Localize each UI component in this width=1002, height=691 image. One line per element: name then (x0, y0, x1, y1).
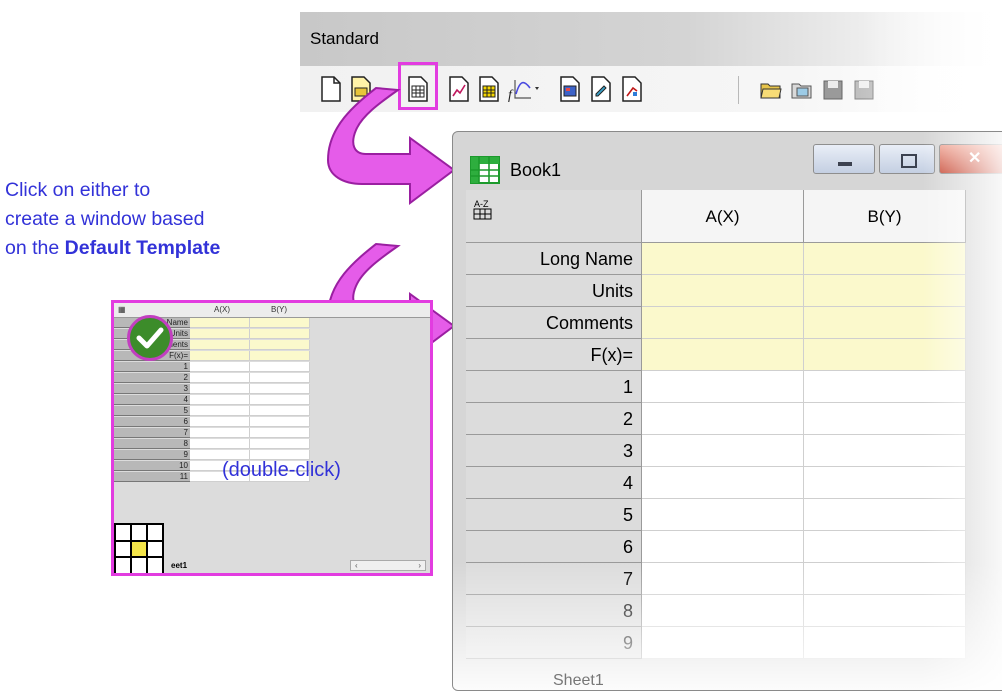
thumbnail-cell (250, 428, 310, 438)
checkmark-icon (127, 315, 173, 361)
open-template-icon[interactable] (791, 76, 813, 102)
thumbnail-col-a: A(X) (214, 305, 230, 314)
thumbnail-sheet-tab: eet1 (171, 561, 188, 570)
thumbnail-row-label: 11 (114, 472, 190, 482)
thumbnail-row-label: 4 (114, 395, 190, 405)
thumbnail-cell (190, 373, 250, 383)
cell-col-a[interactable] (642, 531, 804, 563)
cell-col-a[interactable] (642, 403, 804, 435)
thumbnail-cell (250, 340, 310, 350)
minimize-icon (838, 162, 852, 166)
toolbar-title: Standard (310, 29, 379, 48)
thumbnail-cell (250, 362, 310, 372)
minimize-button[interactable] (813, 144, 875, 174)
new-function-icon[interactable]: f (507, 76, 541, 102)
new-excel-icon[interactable] (621, 76, 643, 102)
cell-col-a[interactable] (642, 371, 804, 403)
thumbnail-cell (190, 406, 250, 416)
thumbnail-column-header: ▦ A(X) B(Y) (114, 303, 430, 318)
thumbnail-cell (250, 373, 310, 383)
row-header[interactable]: 1 (466, 371, 642, 403)
thumbnail-row-label: 7 (114, 428, 190, 438)
instruction-caption: Click on either to create a window based… (5, 176, 345, 263)
thumbnail-cell (190, 384, 250, 394)
thumbnail-cell (190, 428, 250, 438)
maximize-icon (901, 154, 917, 168)
thumbnail-row-label: 6 (114, 417, 190, 427)
open-icon[interactable] (760, 76, 782, 102)
cell-col-a[interactable] (642, 307, 804, 339)
cell-col-a[interactable] (642, 435, 804, 467)
thumbnail-row-label: 2 (114, 373, 190, 383)
thumbnail-col-b: B(Y) (271, 305, 287, 314)
default-template-label: Default Template (64, 237, 221, 259)
thumbnail-cell (190, 318, 250, 328)
cell-col-a[interactable] (642, 499, 804, 531)
column-header-a[interactable]: A(X) (642, 190, 804, 243)
thumbnail-cell (250, 329, 310, 339)
workbook-icon (470, 156, 500, 184)
thumbnail-cell (250, 318, 310, 328)
thumbnail-cell (250, 417, 310, 427)
thumbnail-scrollbar: ‹ › (350, 560, 426, 571)
double-click-hint: (double-click) (222, 459, 341, 481)
thumbnail-cell (250, 406, 310, 416)
scroll-left-icon: ‹ (355, 561, 358, 570)
thumbnail-row-label: 9 (114, 450, 190, 460)
label-row-header[interactable]: Long Name (466, 243, 642, 275)
row-header[interactable]: 2 (466, 403, 642, 435)
window-title: Book1 (510, 160, 562, 180)
thumbnail-cell (190, 329, 250, 339)
thumbnail-cell (190, 439, 250, 449)
scroll-right-icon: › (418, 561, 421, 570)
save-project-icon[interactable] (822, 76, 844, 102)
thumbnail-cell (190, 351, 250, 361)
row-header[interactable]: 6 (466, 531, 642, 563)
toolbar-fade (860, 12, 1002, 112)
caption-line-3-prefix: on the (5, 237, 65, 259)
window-fade-bottom (453, 562, 1002, 690)
thumbnail-row-label: 8 (114, 439, 190, 449)
label-row-header[interactable]: Units (466, 275, 642, 307)
thumbnail-cell (250, 395, 310, 405)
cell-col-a[interactable] (642, 275, 804, 307)
thumbnail-row-label: 10 (114, 461, 190, 471)
new-layout-icon[interactable] (559, 76, 581, 102)
caption-line-1: Click on either to (5, 179, 151, 201)
book1-window[interactable]: Book1 ✕ A-Z A(X) B(Y) Long NameUnitsComm… (452, 131, 1002, 691)
label-row-header[interactable]: Comments (466, 307, 642, 339)
new-matrix-icon[interactable] (478, 76, 500, 102)
thumbnail-corner-icon: ▦ (118, 305, 126, 314)
svg-text:A-Z: A-Z (474, 199, 489, 209)
toolbar-separator (738, 76, 739, 104)
thumbnail-cell (190, 417, 250, 427)
corner-header[interactable]: A-Z (466, 190, 642, 243)
sheet-tab[interactable]: Sheet1 (553, 672, 604, 690)
thumbnail-row-label: 3 (114, 384, 190, 394)
caption-line-2: create a window based (5, 208, 205, 230)
row-header[interactable]: 3 (466, 435, 642, 467)
sort-az-icon: A-Z (473, 199, 492, 220)
thumbnail-cell (190, 340, 250, 350)
new-notes-icon[interactable] (590, 76, 612, 102)
thumbnail-cell (250, 351, 310, 361)
svg-text:f: f (508, 88, 514, 102)
cell-col-a[interactable] (642, 243, 804, 275)
thumbnail-row-label: 1 (114, 362, 190, 372)
label-row-header[interactable]: F(x)= (466, 339, 642, 371)
thumbnail-row-label: 5 (114, 406, 190, 416)
worksheet-grid-icon (114, 523, 164, 573)
caption-line-3: on the Default Template (5, 234, 345, 263)
cell-col-a[interactable] (642, 339, 804, 371)
thumbnail-cell (190, 395, 250, 405)
row-header[interactable]: 4 (466, 467, 642, 499)
thumbnail-cell (250, 439, 310, 449)
thumbnail-cell (250, 384, 310, 394)
row-header[interactable]: 5 (466, 499, 642, 531)
default-template-thumbnail[interactable]: ▦ A(X) B(Y) Long NameUnitsCommentsF(x)=1… (111, 300, 433, 576)
thumbnail-cell (190, 362, 250, 372)
cell-col-a[interactable] (642, 467, 804, 499)
